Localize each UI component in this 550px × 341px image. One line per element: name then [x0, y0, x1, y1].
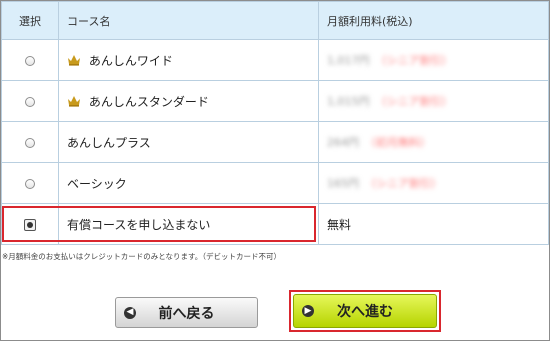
fee-redacted: 264円 （初月無料）	[327, 136, 431, 149]
payment-footnote: ※月額料金のお支払いはクレジットカードのみとなります。（デビットカード不可）	[2, 252, 282, 261]
next-button[interactable]: ▶ 次へ進む	[293, 294, 437, 328]
table-header-row: 選択 コース名 月額利用料(税込)	[1, 1, 549, 40]
radio-cell[interactable]	[1, 80, 59, 122]
radio-cell[interactable]	[1, 121, 59, 163]
fee-cell: 1,017円 （シニア割引）	[318, 39, 549, 81]
course-name-cell: あんしんプラス	[58, 121, 319, 163]
fee-cell: 264円 （初月無料）	[318, 121, 549, 163]
arrow-left-icon: ◀	[124, 306, 136, 319]
course-radio-anshin-wide[interactable]	[25, 55, 35, 66]
table-row[interactable]: あんしんスタンダード 1,015円 （シニア割引）	[1, 80, 549, 122]
course-name: あんしんワイド	[88, 53, 173, 68]
course-radio-basic[interactable]	[25, 178, 35, 189]
header-monthly-fee: 月額利用料(税込)	[318, 1, 549, 40]
table-row[interactable]: あんしんワイド 1,017円 （シニア割引）	[1, 39, 549, 81]
fee-redacted: 1,015円 （シニア割引）	[327, 95, 453, 108]
crown-icon	[68, 54, 80, 66]
fee-redacted: 1,017円 （シニア割引）	[327, 54, 453, 67]
course-name: あんしんスタンダード	[88, 94, 209, 109]
fee-cell: 無料	[318, 203, 549, 245]
arrow-right-icon: ▶	[302, 305, 314, 317]
course-name: ベーシック	[67, 176, 127, 191]
header-select: 選択	[1, 1, 59, 40]
course-radio-anshin-plus[interactable]	[25, 137, 35, 148]
fee-free: 無料	[327, 217, 352, 232]
crown-icon	[68, 95, 80, 107]
header-course-name: コース名	[58, 1, 319, 40]
fee-redacted: 165円 （シニア割引）	[327, 177, 442, 190]
course-name-cell: あんしんスタンダード	[58, 80, 319, 122]
next-button-label: 次へ進む	[337, 304, 393, 320]
course-name: あんしんプラス	[67, 135, 151, 150]
table-row[interactable]: ベーシック 165円 （シニア割引）	[1, 162, 549, 204]
table-row[interactable]: あんしんプラス 264円 （初月無料）	[1, 121, 549, 163]
radio-cell[interactable]	[1, 39, 59, 81]
course-radio-anshin-standard[interactable]	[25, 96, 35, 107]
fee-cell: 165円 （シニア割引）	[318, 162, 549, 204]
back-button-label: 前へ戻る	[158, 305, 215, 322]
course-name-cell: ベーシック	[58, 162, 319, 204]
radio-cell[interactable]	[1, 162, 59, 204]
course-name-cell: あんしんワイド	[58, 39, 319, 81]
highlight-selected-row	[2, 206, 316, 242]
back-button[interactable]: ◀ 前へ戻る	[115, 297, 258, 328]
fee-cell: 1,015円 （シニア割引）	[318, 80, 549, 122]
